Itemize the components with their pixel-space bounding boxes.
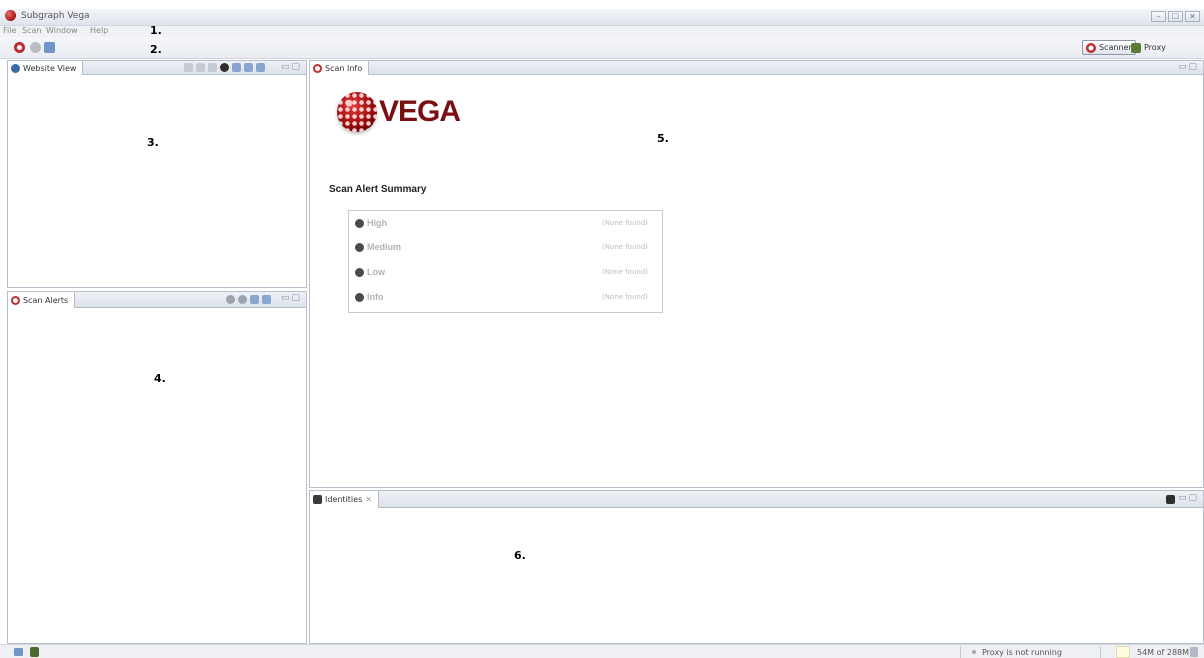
proxy-status-text: Proxy is not running [982, 647, 1062, 657]
expand-icon[interactable] [244, 63, 253, 72]
scan-info-icon [313, 63, 322, 73]
severity-value: (None found) [601, 219, 648, 227]
identities-minmax[interactable]: ▭▢ [1178, 493, 1199, 503]
forward-icon[interactable] [208, 63, 217, 72]
scan-alerts-panel: Scan Alerts ▭▢ 4. [7, 291, 307, 644]
severity-label: Medium [367, 242, 402, 252]
vega-logo-text: VEGA [379, 95, 461, 128]
maximize-button[interactable]: ☐ [1168, 11, 1183, 22]
window-controls: – ☐ ✕ [1151, 11, 1200, 22]
menu-scan[interactable]: Scan [22, 26, 41, 35]
website-view-icon [11, 63, 20, 73]
console-icon[interactable] [14, 648, 23, 656]
website-view-tabstrip: Website View ▭▢ [8, 61, 306, 75]
scan-alert-summary-title: Scan Alert Summary [329, 184, 427, 195]
status-bar: Proxy is not running 54M of 288M [0, 644, 1204, 658]
scanner-icon [1086, 42, 1096, 53]
vega-ball-icon [337, 92, 377, 132]
pause-icon[interactable] [226, 295, 235, 304]
minimize-button[interactable]: – [1151, 11, 1166, 22]
annotation-2: 2. [150, 43, 162, 56]
annotation-5: 5. [657, 132, 669, 145]
collapse-icon[interactable] [262, 295, 271, 304]
annotation-3: 3. [147, 136, 159, 149]
identities-panel: Identities ✕ ▭▢ 6. [309, 490, 1204, 644]
scan-info-minmax[interactable]: ▭▢ [1178, 62, 1199, 72]
high-icon [355, 218, 364, 228]
new-scan-icon[interactable] [14, 42, 25, 53]
app-logo-icon [5, 10, 16, 21]
title-bar: Subgraph Vega – ☐ ✕ [0, 9, 1204, 26]
proxy-status-dot-icon [972, 650, 976, 654]
severity-value: (None found) [601, 293, 648, 301]
perspective-scanner-label: Scanner [1099, 43, 1132, 52]
proxy-icon [1131, 42, 1141, 53]
proxy-status: Proxy is not running [972, 646, 1062, 658]
severity-row-high[interactable]: High (None found) [355, 216, 648, 230]
identity-icon[interactable] [232, 63, 241, 72]
severity-row-low[interactable]: Low (None found) [355, 265, 648, 279]
identities-tab-label: Identities [325, 495, 363, 504]
garbage-collect-icon[interactable] [1190, 647, 1198, 657]
identities-tabstrip: Identities ✕ ▭▢ [310, 491, 1203, 508]
severity-value: (None found) [601, 268, 648, 276]
close-window-button[interactable]: ✕ [1185, 11, 1200, 22]
back-icon[interactable] [196, 63, 205, 72]
proxy-status-icon[interactable] [30, 647, 39, 657]
severity-row-info[interactable]: Info (None found) [355, 290, 648, 304]
identities-icon [313, 495, 322, 504]
menu-file[interactable]: File [3, 26, 16, 35]
annotation-6: 6. [514, 549, 526, 562]
severity-label: Low [367, 267, 385, 277]
perspective-proxy-label: Proxy [1144, 43, 1166, 52]
website-view-tools [184, 63, 265, 72]
eye-icon[interactable] [220, 63, 229, 72]
identity-icon[interactable] [44, 42, 55, 53]
expand-icon[interactable] [250, 295, 259, 304]
window-title: Subgraph Vega [21, 11, 90, 21]
heap-bar [1116, 646, 1130, 658]
perspective-proxy-button[interactable]: Proxy [1128, 40, 1169, 55]
status-separator [960, 646, 961, 658]
annotation-4: 4. [154, 372, 166, 385]
severity-label: High [367, 218, 387, 228]
scan-alerts-tools [226, 295, 271, 304]
website-view-minmax[interactable]: ▭▢ [281, 62, 302, 72]
annotation-1: 1. [150, 24, 162, 37]
close-tab-icon[interactable]: ✕ [365, 495, 372, 504]
tab-website-view[interactable]: Website View [8, 61, 84, 75]
memory-status-text: 54M of 288M [1137, 647, 1190, 657]
stop-icon[interactable] [238, 295, 247, 304]
memory-status: 54M of 288M [1137, 646, 1189, 658]
tab-identities[interactable]: Identities ✕ [310, 491, 379, 508]
menu-bar: File Scan Window Help [0, 26, 1204, 37]
severity-value: (None found) [601, 243, 648, 251]
vega-logo: VEGA [337, 92, 461, 132]
menu-help[interactable]: Help [90, 26, 108, 35]
collapse-icon[interactable] [256, 63, 265, 72]
scan-info-tabstrip: Scan Info ▭▢ [310, 61, 1203, 75]
stop-scan-icon[interactable] [30, 42, 41, 53]
status-separator [1100, 646, 1101, 658]
website-view-panel: Website View ▭▢ 3. [7, 60, 307, 288]
main-toolbar: 2. Scanner Proxy [0, 37, 1204, 59]
tab-scan-info[interactable]: Scan Info [310, 61, 370, 75]
scan-alerts-tabstrip: Scan Alerts ▭▢ [8, 292, 306, 308]
website-view-tab-label: Website View [23, 63, 77, 73]
scan-alert-summary-box: High (None found) Medium (None found) Lo… [348, 210, 663, 313]
info-icon [355, 292, 364, 302]
scan-info-tab-label: Scan Info [325, 63, 363, 73]
scan-alerts-minmax[interactable]: ▭▢ [281, 293, 302, 303]
scan-alerts-icon [11, 295, 20, 305]
tab-scan-alerts[interactable]: Scan Alerts [8, 292, 76, 308]
scan-info-panel: Scan Info ▭▢ VEGA 5. Scan Alert Summary … [309, 60, 1204, 488]
severity-row-medium[interactable]: Medium (None found) [355, 240, 648, 254]
severity-label: Info [367, 292, 384, 302]
medium-icon [355, 242, 364, 252]
add-identity-icon[interactable] [1166, 495, 1175, 504]
menu-window[interactable]: Window [46, 26, 78, 35]
home-icon[interactable] [184, 63, 193, 72]
low-icon [355, 267, 364, 277]
scan-alerts-tab-label: Scan Alerts [23, 295, 69, 305]
